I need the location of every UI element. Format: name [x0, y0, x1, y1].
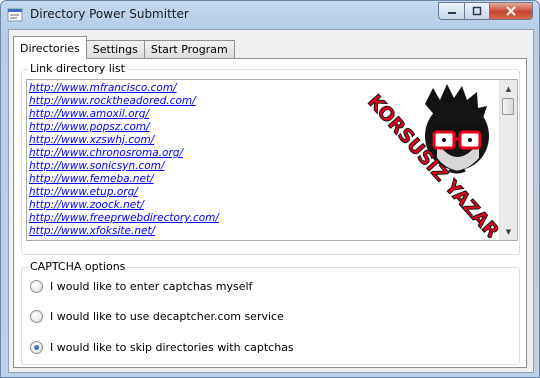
scroll-thumb[interactable]: [502, 98, 514, 115]
list-item[interactable]: http://www.rocktheadored.com/: [29, 95, 219, 108]
list-item[interactable]: http://www.amoxil.org/: [29, 108, 219, 121]
radio-label: I would like to skip directories with ca…: [50, 341, 294, 354]
captcha-option-decaptcher[interactable]: I would like to use decaptcher.com servi…: [30, 310, 284, 323]
app-icon: [7, 7, 23, 23]
window-title: Directory Power Submitter: [30, 7, 189, 21]
list-item[interactable]: http://www.sonicsyn.com/: [29, 160, 219, 173]
client-area: Directories Settings Start Program Link …: [8, 29, 534, 373]
list-item[interactable]: http://www.popsz.com/: [29, 121, 219, 134]
scroll-up-icon[interactable]: ▲: [500, 80, 517, 97]
link-directory-group: Link directory list http://www.mfrancisc…: [21, 62, 520, 255]
tab-page-directories: Link directory list http://www.mfrancisc…: [13, 58, 527, 368]
link-directory-label: Link directory list: [28, 62, 127, 75]
list-item[interactable]: http://www.mfrancisco.com/: [29, 82, 219, 95]
app-window: Directory Power Submitter Directories Se…: [0, 0, 540, 378]
vertical-scrollbar[interactable]: ▲ ▼: [499, 80, 517, 240]
list-item[interactable]: http://www.chronosroma.org/: [29, 147, 219, 160]
captcha-options-group: CAPTCHA options I would like to enter ca…: [21, 260, 520, 365]
tab-settings[interactable]: Settings: [85, 40, 145, 58]
radio-enter-captchas[interactable]: [30, 280, 43, 293]
radio-skip-captchas[interactable]: [30, 341, 43, 354]
list-item[interactable]: http://www.femeba.net/: [29, 173, 219, 186]
list-item[interactable]: http://www.freeprwebdirectory.com/: [29, 212, 219, 225]
radio-label: I would like to use decaptcher.com servi…: [50, 310, 284, 323]
scroll-down-icon[interactable]: ▼: [500, 223, 517, 240]
list-item[interactable]: http://www.xzswhj.com/: [29, 134, 219, 147]
maximize-icon[interactable]: [464, 2, 489, 20]
list-item[interactable]: http://www.etup.org/: [29, 186, 219, 199]
tab-directories[interactable]: Directories: [13, 36, 87, 59]
minimize-icon[interactable]: [438, 2, 464, 20]
tab-start-program[interactable]: Start Program: [143, 40, 235, 58]
list-item[interactable]: http://www.zoock.net/: [29, 199, 219, 212]
captcha-options-label: CAPTCHA options: [28, 260, 128, 273]
title-bar[interactable]: Directory Power Submitter: [1, 1, 539, 29]
captcha-option-skip[interactable]: I would like to skip directories with ca…: [30, 341, 294, 354]
tab-strip: Directories Settings Start Program: [13, 36, 235, 59]
list-item[interactable]: http://www.xfoksite.net/: [29, 225, 219, 238]
captcha-option-enter[interactable]: I would like to enter captchas myself: [30, 280, 252, 293]
radio-decaptcher[interactable]: [30, 310, 43, 323]
link-directory-list[interactable]: http://www.mfrancisco.com/ http://www.ro…: [26, 79, 518, 241]
close-icon[interactable]: [489, 2, 533, 20]
watermark-logo: KORSUSIZ YAZAR: [337, 82, 507, 240]
radio-label: I would like to enter captchas myself: [50, 280, 253, 293]
